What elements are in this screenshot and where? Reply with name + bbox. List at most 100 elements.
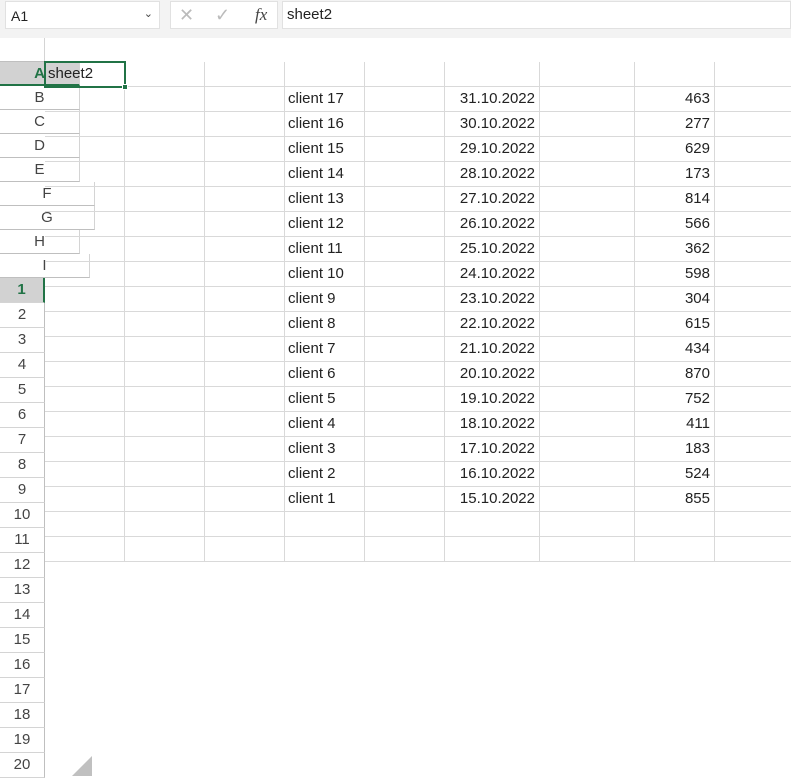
cell-a17[interactable]	[45, 462, 125, 487]
cell-b10[interactable]	[125, 287, 205, 312]
cell-d2[interactable]: client 17	[285, 87, 365, 112]
row-header-2[interactable]: 2	[0, 303, 45, 328]
cell-a10[interactable]	[45, 287, 125, 312]
cell-e6[interactable]	[365, 187, 445, 212]
cell-i9[interactable]	[715, 262, 791, 287]
cell-b11[interactable]	[125, 312, 205, 337]
row-header-7[interactable]: 7	[0, 428, 45, 453]
row-header-20[interactable]: 20	[0, 753, 45, 778]
row-header-12[interactable]: 12	[0, 553, 45, 578]
cell-c17[interactable]	[205, 462, 285, 487]
cell-a16[interactable]	[45, 437, 125, 462]
cell-b1[interactable]	[125, 62, 205, 87]
cell-b6[interactable]	[125, 187, 205, 212]
chevron-down-icon[interactable]: ⌄	[144, 7, 153, 20]
cell-c4[interactable]	[205, 137, 285, 162]
cell-a7[interactable]	[45, 212, 125, 237]
cell-f17[interactable]: 16.10.2022	[445, 462, 540, 487]
cell-d20[interactable]	[285, 537, 365, 562]
row-header-18[interactable]: 18	[0, 703, 45, 728]
cell-h16[interactable]: 183	[635, 437, 715, 462]
formula-input[interactable]: sheet2	[282, 1, 791, 29]
cell-a6[interactable]	[45, 187, 125, 212]
cell-i5[interactable]	[715, 162, 791, 187]
cell-f4[interactable]: 29.10.2022	[445, 137, 540, 162]
cell-g15[interactable]	[540, 412, 635, 437]
row-header-4[interactable]: 4	[0, 353, 45, 378]
cell-h5[interactable]: 173	[635, 162, 715, 187]
cell-e14[interactable]	[365, 387, 445, 412]
cell-b18[interactable]	[125, 487, 205, 512]
cell-h13[interactable]: 870	[635, 362, 715, 387]
cell-c13[interactable]	[205, 362, 285, 387]
cell-e9[interactable]	[365, 262, 445, 287]
cell-g4[interactable]	[540, 137, 635, 162]
cell-f2[interactable]: 31.10.2022	[445, 87, 540, 112]
cell-d3[interactable]: client 16	[285, 112, 365, 137]
cell-b16[interactable]	[125, 437, 205, 462]
row-header-3[interactable]: 3	[0, 328, 45, 353]
cell-a13[interactable]	[45, 362, 125, 387]
cancel-icon[interactable]: ✕	[179, 5, 194, 26]
cell-g20[interactable]	[540, 537, 635, 562]
cell-f16[interactable]: 17.10.2022	[445, 437, 540, 462]
cell-c19[interactable]	[205, 512, 285, 537]
cell-a1[interactable]: sheet2	[45, 62, 125, 87]
cell-b15[interactable]	[125, 412, 205, 437]
cell-h19[interactable]	[635, 512, 715, 537]
cell-f13[interactable]: 20.10.2022	[445, 362, 540, 387]
cell-f1[interactable]	[445, 62, 540, 87]
cell-d4[interactable]: client 15	[285, 137, 365, 162]
cell-g12[interactable]	[540, 337, 635, 362]
cell-d16[interactable]: client 3	[285, 437, 365, 462]
cell-g1[interactable]	[540, 62, 635, 87]
cell-d1[interactable]	[285, 62, 365, 87]
cell-d7[interactable]: client 12	[285, 212, 365, 237]
cell-f20[interactable]	[445, 537, 540, 562]
cell-h6[interactable]: 814	[635, 187, 715, 212]
cell-e7[interactable]	[365, 212, 445, 237]
cell-c6[interactable]	[205, 187, 285, 212]
cell-d12[interactable]: client 7	[285, 337, 365, 362]
cell-g19[interactable]	[540, 512, 635, 537]
cell-f10[interactable]: 23.10.2022	[445, 287, 540, 312]
row-header-14[interactable]: 14	[0, 603, 45, 628]
cell-e19[interactable]	[365, 512, 445, 537]
cell-e20[interactable]	[365, 537, 445, 562]
cell-d5[interactable]: client 14	[285, 162, 365, 187]
cell-c8[interactable]	[205, 237, 285, 262]
cell-h17[interactable]: 524	[635, 462, 715, 487]
cell-a14[interactable]	[45, 387, 125, 412]
cell-c3[interactable]	[205, 112, 285, 137]
cell-h4[interactable]: 629	[635, 137, 715, 162]
cell-h1[interactable]	[635, 62, 715, 87]
cell-c7[interactable]	[205, 212, 285, 237]
cell-d13[interactable]: client 6	[285, 362, 365, 387]
cell-i6[interactable]	[715, 187, 791, 212]
row-header-5[interactable]: 5	[0, 378, 45, 403]
cell-a3[interactable]	[45, 112, 125, 137]
cell-h7[interactable]: 566	[635, 212, 715, 237]
cell-c20[interactable]	[205, 537, 285, 562]
cell-d15[interactable]: client 4	[285, 412, 365, 437]
row-header-9[interactable]: 9	[0, 478, 45, 503]
cell-a11[interactable]	[45, 312, 125, 337]
cell-i2[interactable]	[715, 87, 791, 112]
cell-i4[interactable]	[715, 137, 791, 162]
cell-c10[interactable]	[205, 287, 285, 312]
row-header-11[interactable]: 11	[0, 528, 45, 553]
cell-d17[interactable]: client 2	[285, 462, 365, 487]
cell-h18[interactable]: 855	[635, 487, 715, 512]
cell-h9[interactable]: 598	[635, 262, 715, 287]
cell-e5[interactable]	[365, 162, 445, 187]
cell-a15[interactable]	[45, 412, 125, 437]
cell-a18[interactable]	[45, 487, 125, 512]
cell-f3[interactable]: 30.10.2022	[445, 112, 540, 137]
name-box[interactable]: A1 ⌄	[5, 1, 160, 29]
cell-d9[interactable]: client 10	[285, 262, 365, 287]
cell-c18[interactable]	[205, 487, 285, 512]
cell-h20[interactable]	[635, 537, 715, 562]
enter-icon[interactable]: ✓	[215, 5, 230, 26]
cell-d18[interactable]: client 1	[285, 487, 365, 512]
row-header-1[interactable]: 1	[0, 278, 45, 303]
